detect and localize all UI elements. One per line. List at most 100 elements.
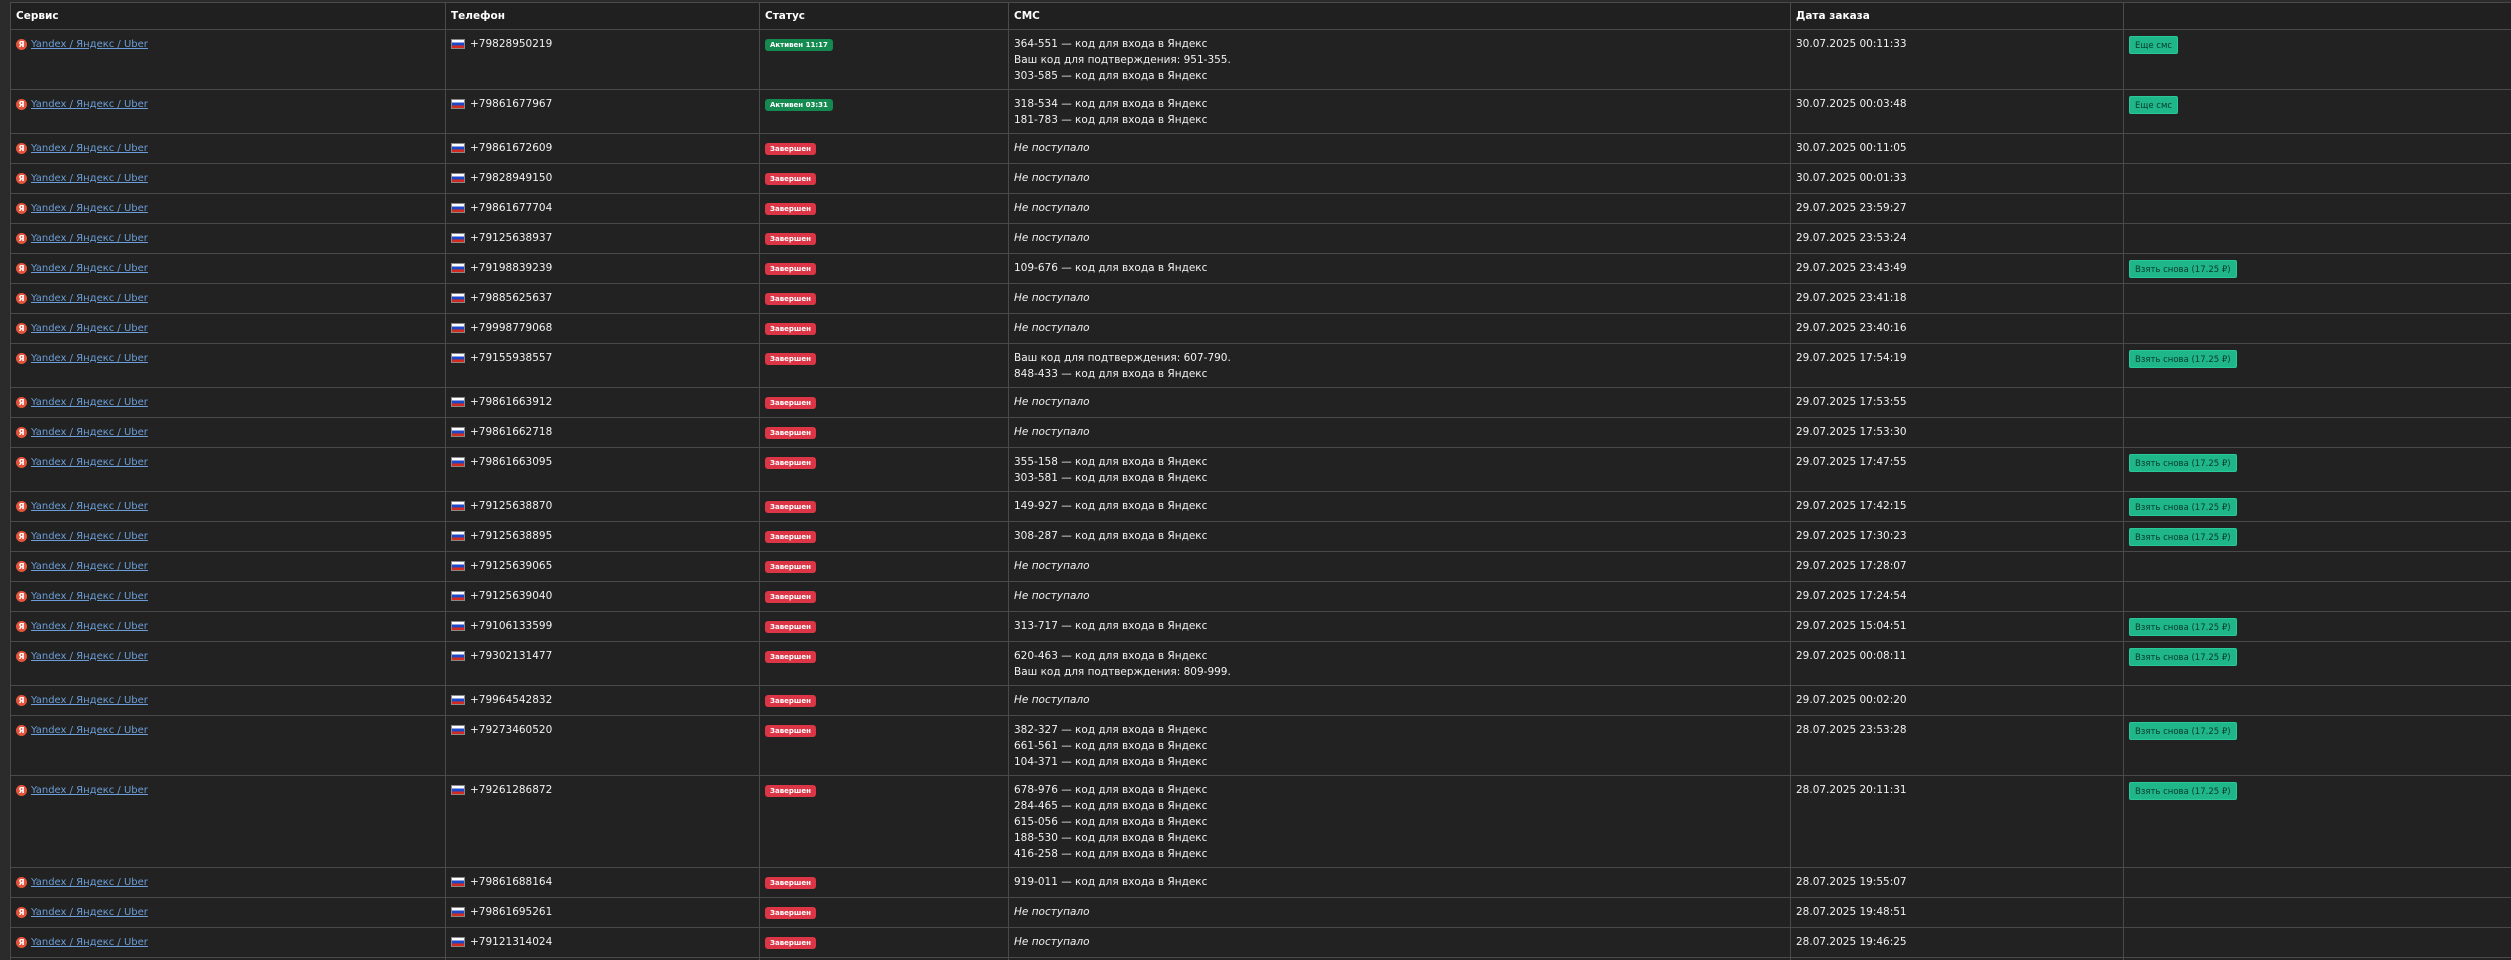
reorder-button[interactable]: Взять снова (17.25 ₽) [2129, 498, 2237, 516]
date-cell: 28.07.2025 19:55:07 [1790, 867, 2124, 898]
sms-cell: Не поступало [1008, 581, 1791, 612]
service-link[interactable]: Yandex / Яндекс / Uber [31, 875, 148, 891]
service-link[interactable]: Yandex / Яндекс / Uber [31, 935, 148, 951]
reorder-button[interactable]: Взять снова (17.25 ₽) [2129, 528, 2237, 546]
service-link[interactable]: Yandex / Яндекс / Uber [31, 351, 148, 367]
service-wrap: Я Yandex / Яндекс / Uber [16, 425, 148, 441]
yandex-icon: Я [16, 203, 27, 214]
service-link[interactable]: Yandex / Яндекс / Uber [31, 589, 148, 605]
action-cell [2123, 581, 2511, 612]
sms-line: 661-561 — код для входа в Яндекс [1014, 740, 1208, 752]
status-cell: Завершен [759, 163, 1009, 194]
phone-cell: +79828950219 [445, 29, 760, 90]
date-cell: 29.07.2025 17:28:07 [1790, 551, 2124, 582]
service-link[interactable]: Yandex / Яндекс / Uber [31, 321, 148, 337]
action-cell [2123, 193, 2511, 224]
reorder-button[interactable]: Взять снова (17.25 ₽) [2129, 350, 2237, 368]
order-date: 28.07.2025 20:11:31 [1796, 784, 1907, 796]
service-wrap: Я Yandex / Яндекс / Uber [16, 97, 148, 113]
yandex-icon: Я [16, 785, 27, 796]
reorder-button[interactable]: Взять снова (17.25 ₽) [2129, 648, 2237, 666]
service-link[interactable]: Yandex / Яндекс / Uber [31, 693, 148, 709]
status-badge: Завершен [765, 143, 816, 155]
service-link[interactable]: Yandex / Яндекс / Uber [31, 559, 148, 575]
date-cell: 29.07.2025 23:40:16 [1790, 313, 2124, 344]
phone-wrap: +79125638895 [451, 528, 552, 544]
yandex-icon: Я [16, 323, 27, 334]
service-link[interactable]: Yandex / Яндекс / Uber [31, 37, 148, 53]
service-link[interactable]: Yandex / Яндекс / Uber [31, 201, 148, 217]
reorder-button[interactable]: Взять снова (17.25 ₽) [2129, 618, 2237, 636]
service-link[interactable]: Yandex / Яндекс / Uber [31, 455, 148, 471]
reorder-button[interactable]: Взять снова (17.25 ₽) [2129, 722, 2237, 740]
service-wrap: Я Yandex / Яндекс / Uber [16, 693, 148, 709]
status-cell: Завершен [759, 521, 1009, 552]
reorder-button[interactable]: Взять снова (17.25 ₽) [2129, 260, 2237, 278]
reorder-button[interactable]: Взять снова (17.25 ₽) [2129, 782, 2237, 800]
sms-cell: Не поступало [1008, 897, 1791, 928]
service-cell: Я Yandex / Яндекс / Uber [10, 283, 446, 314]
service-wrap: Я Yandex / Яндекс / Uber [16, 291, 148, 307]
service-link[interactable]: Yandex / Яндекс / Uber [31, 619, 148, 635]
yandex-icon: Я [16, 725, 27, 736]
more-sms-button[interactable]: Еще смс [2129, 36, 2179, 54]
service-link[interactable]: Yandex / Яндекс / Uber [31, 529, 148, 545]
service-link[interactable]: Yandex / Яндекс / Uber [31, 171, 148, 187]
service-link[interactable]: Yandex / Яндекс / Uber [31, 905, 148, 921]
service-link[interactable]: Yandex / Яндекс / Uber [31, 97, 148, 113]
russia-flag-icon [451, 263, 465, 273]
service-link[interactable]: Yandex / Яндекс / Uber [31, 425, 148, 441]
phone-wrap: +79198839239 [451, 260, 552, 276]
service-link[interactable]: Yandex / Яндекс / Uber [31, 499, 148, 515]
phone-number: +79125639065 [470, 560, 553, 572]
service-link[interactable]: Yandex / Яндекс / Uber [31, 649, 148, 665]
phone-wrap: +79861672609 [451, 140, 552, 156]
action-cell: Взять снова (17.25 ₽) [2123, 641, 2511, 686]
russia-flag-icon [451, 651, 465, 661]
sms-cell: Не поступало [1008, 551, 1791, 582]
date-cell: 30.07.2025 00:11:05 [1790, 133, 2124, 164]
service-wrap: Я Yandex / Яндекс / Uber [16, 351, 148, 367]
order-date: 29.07.2025 23:40:16 [1796, 322, 1907, 334]
sms-line: Не поступало [1014, 142, 1090, 154]
date-cell: 29.07.2025 17:53:30 [1790, 417, 2124, 448]
more-sms-button[interactable]: Еще смс [2129, 96, 2179, 114]
action-cell [2123, 685, 2511, 716]
service-cell: Я Yandex / Яндекс / Uber [10, 89, 446, 134]
action-cell [2123, 163, 2511, 194]
table-row: Я Yandex / Яндекс / Uber +79885625637 За… [10, 283, 2511, 314]
service-link[interactable]: Yandex / Яндекс / Uber [31, 783, 148, 799]
status-cell: Завершен [759, 417, 1009, 448]
service-link[interactable]: Yandex / Яндекс / Uber [31, 291, 148, 307]
service-link[interactable]: Yandex / Яндекс / Uber [31, 261, 148, 277]
phone-number: +79861677967 [470, 98, 553, 110]
status-cell: Завершен [759, 685, 1009, 716]
order-date: 29.07.2025 00:02:20 [1796, 694, 1907, 706]
reorder-button[interactable]: Взять снова (17.25 ₽) [2129, 454, 2237, 472]
sms-line: 188-530 — код для входа в Яндекс [1014, 832, 1208, 844]
sms-line: 382-327 — код для входа в Яндекс [1014, 724, 1208, 736]
order-date: 29.07.2025 17:53:55 [1796, 396, 1907, 408]
sms-cell: 149-927 — код для входа в Яндекс [1008, 491, 1791, 522]
service-cell: Я Yandex / Яндекс / Uber [10, 685, 446, 716]
action-cell [2123, 387, 2511, 418]
service-link[interactable]: Yandex / Яндекс / Uber [31, 231, 148, 247]
order-date: 30.07.2025 00:01:33 [1796, 172, 1907, 184]
date-cell: 29.07.2025 17:24:54 [1790, 581, 2124, 612]
status-badge: Завершен [765, 427, 816, 439]
phone-cell: +79861672609 [445, 133, 760, 164]
action-cell [2123, 283, 2511, 314]
sms-line: 284-465 — код для входа в Яндекс [1014, 800, 1208, 812]
yandex-icon: Я [16, 233, 27, 244]
date-cell: 29.07.2025 17:42:15 [1790, 491, 2124, 522]
service-link[interactable]: Yandex / Яндекс / Uber [31, 141, 148, 157]
table-row: Я Yandex / Яндекс / Uber +79861663912 За… [10, 387, 2511, 418]
status-badge: Завершен [765, 173, 816, 185]
service-link[interactable]: Yandex / Яндекс / Uber [31, 723, 148, 739]
russia-flag-icon [451, 323, 465, 333]
date-cell: 29.07.2025 00:08:11 [1790, 641, 2124, 686]
service-link[interactable]: Yandex / Яндекс / Uber [31, 395, 148, 411]
sms-line: 303-581 — код для входа в Яндекс [1014, 472, 1208, 484]
yandex-icon: Я [16, 99, 27, 110]
phone-number: +79861695261 [470, 906, 553, 918]
